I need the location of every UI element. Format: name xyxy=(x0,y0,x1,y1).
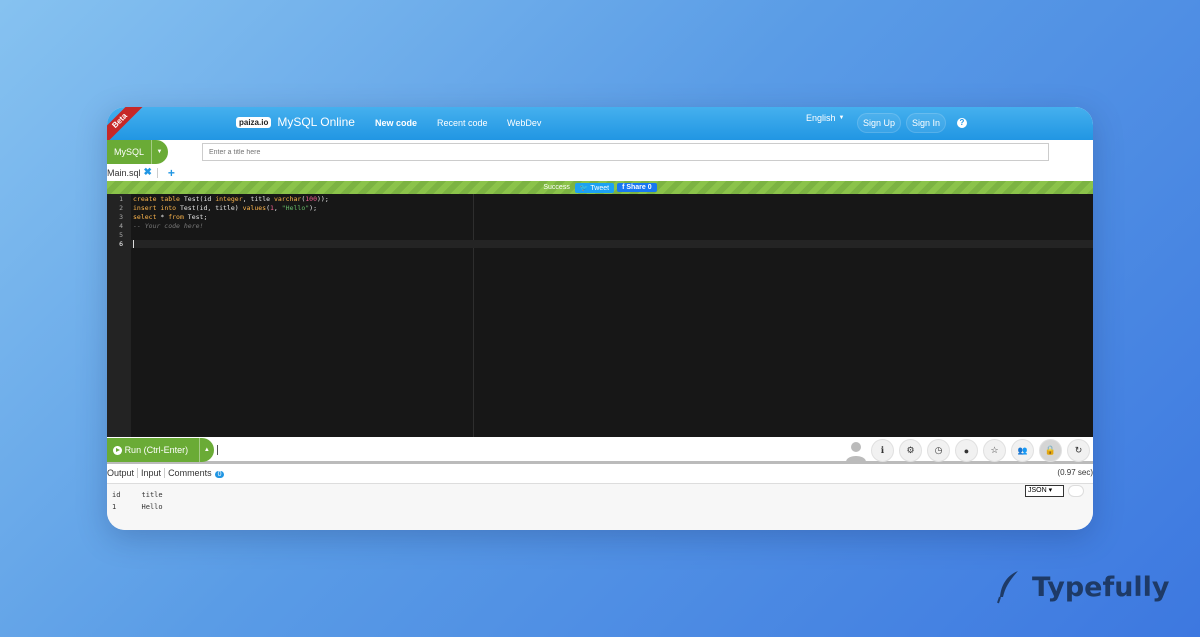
tab-input[interactable]: Input xyxy=(137,468,164,478)
run-button[interactable]: Run (Ctrl-Enter) ▲ xyxy=(107,438,214,462)
text-cursor xyxy=(133,240,134,248)
tab-main-sql[interactable]: Main.sql xyxy=(107,168,141,178)
line-number: 4 xyxy=(119,222,123,230)
lock-icon[interactable]: 🔒 xyxy=(1039,439,1062,462)
line-number: 3 xyxy=(119,213,123,221)
code-editor[interactable]: 1 2 3 4 5 6 create table Test(id integer… xyxy=(107,194,1093,437)
paiza-logo: paiza.io xyxy=(236,116,272,128)
active-line-highlight xyxy=(131,240,1093,248)
line-gutter: 1 2 3 4 5 6 xyxy=(107,194,131,437)
tweet-label: Tweet xyxy=(590,184,610,192)
add-tab-icon[interactable]: + xyxy=(168,166,175,180)
output-tabs: Output Input Comments 0 xyxy=(107,468,227,478)
output-row: 1 Hello xyxy=(112,503,163,511)
language-select-label: MySQL xyxy=(114,147,145,157)
tab-output[interactable]: Output xyxy=(107,468,137,478)
output-cell: title xyxy=(141,491,163,499)
code-line: create table Test(id integer, title varc… xyxy=(133,195,329,203)
line-number: 1 xyxy=(119,195,123,203)
run-label: Run (Ctrl-Enter) xyxy=(124,445,189,455)
language-dropdown[interactable]: English ▼ xyxy=(806,113,844,123)
code-line: select * from Test; xyxy=(133,213,208,221)
tweet-button[interactable]: 🐦 Tweet xyxy=(574,182,615,193)
file-tabs: Main.sql ✖ + xyxy=(107,165,175,180)
nav-recent-code[interactable]: Recent code xyxy=(437,118,488,128)
language-label: English xyxy=(806,113,836,123)
github-icon[interactable]: ● xyxy=(955,439,978,462)
line-number: 5 xyxy=(119,231,123,239)
comments-count-badge: 0 xyxy=(214,471,225,478)
close-icon[interactable]: ✖ xyxy=(144,167,152,178)
format-value: JSON xyxy=(1028,487,1047,494)
group-icon[interactable]: 👥 xyxy=(1011,439,1034,462)
avatar-icon[interactable] xyxy=(845,440,867,462)
code-line: insert into Test(id, title) values(1, "H… xyxy=(133,204,317,212)
output-cell: 1 xyxy=(112,503,117,511)
share-label: Share 0 xyxy=(626,184,652,191)
output-row: id title xyxy=(112,491,163,499)
print-margin xyxy=(473,194,474,437)
settings-icon[interactable]: ⚙ xyxy=(899,439,922,462)
run-bar: Run (Ctrl-Enter) ▲ ℹ ⚙ ◷ ● ☆ 👥 🔒 ↻ xyxy=(107,437,1093,464)
app-title: MySQL Online xyxy=(277,115,355,129)
header-bar: Beta paiza.io MySQL Online New code Rece… xyxy=(107,107,1093,148)
output-area: id title 1 Hello JSON ▾ xyxy=(107,483,1093,530)
nav-webdev[interactable]: WebDev xyxy=(507,118,541,128)
language-select-button[interactable]: MySQL ▼ xyxy=(107,140,168,164)
typefully-watermark: Typefully xyxy=(996,570,1170,604)
execution-time: (0.97 sec) xyxy=(1057,468,1093,477)
nav-new-code[interactable]: New code xyxy=(375,118,417,128)
sign-up-button[interactable]: Sign Up xyxy=(857,113,902,133)
brand[interactable]: paiza.io MySQL Online xyxy=(236,115,355,129)
line-number: 2 xyxy=(119,204,123,212)
refresh-icon[interactable]: ↻ xyxy=(1067,439,1090,462)
sign-in-button[interactable]: Sign In xyxy=(906,113,947,133)
brand-name: Typefully xyxy=(1032,571,1170,603)
output-cell: Hello xyxy=(141,503,163,511)
code-line: -- Your code here! xyxy=(133,222,204,230)
chevron-down-icon: ▼ xyxy=(838,115,845,121)
app-window: Beta paiza.io MySQL Online New code Rece… xyxy=(107,107,1093,530)
title-input[interactable] xyxy=(202,143,1049,161)
play-icon xyxy=(113,445,122,455)
output-cell: id xyxy=(112,491,121,499)
share-button[interactable]: f Share 0 xyxy=(617,183,657,192)
feather-icon xyxy=(997,571,1018,604)
caret-down-icon: ▼ xyxy=(151,140,167,164)
status-text: Success xyxy=(543,184,570,191)
help-icon[interactable]: ? xyxy=(957,118,967,128)
status-bar: Success 🐦 Tweet f Share 0 xyxy=(107,181,1093,194)
format-select[interactable]: JSON ▾ xyxy=(1025,485,1064,497)
format-toggle[interactable] xyxy=(1068,485,1084,497)
tab-divider xyxy=(156,167,158,178)
stdin-cursor xyxy=(217,445,218,455)
caret-up-icon[interactable]: ▲ xyxy=(198,438,214,462)
comments-label: Comments xyxy=(168,468,212,478)
tab-comments[interactable]: Comments 0 xyxy=(164,468,227,478)
line-number: 6 xyxy=(119,240,123,248)
history-icon[interactable]: ◷ xyxy=(927,439,950,462)
info-icon[interactable]: ℹ xyxy=(871,439,894,462)
star-icon[interactable]: ☆ xyxy=(983,439,1006,462)
